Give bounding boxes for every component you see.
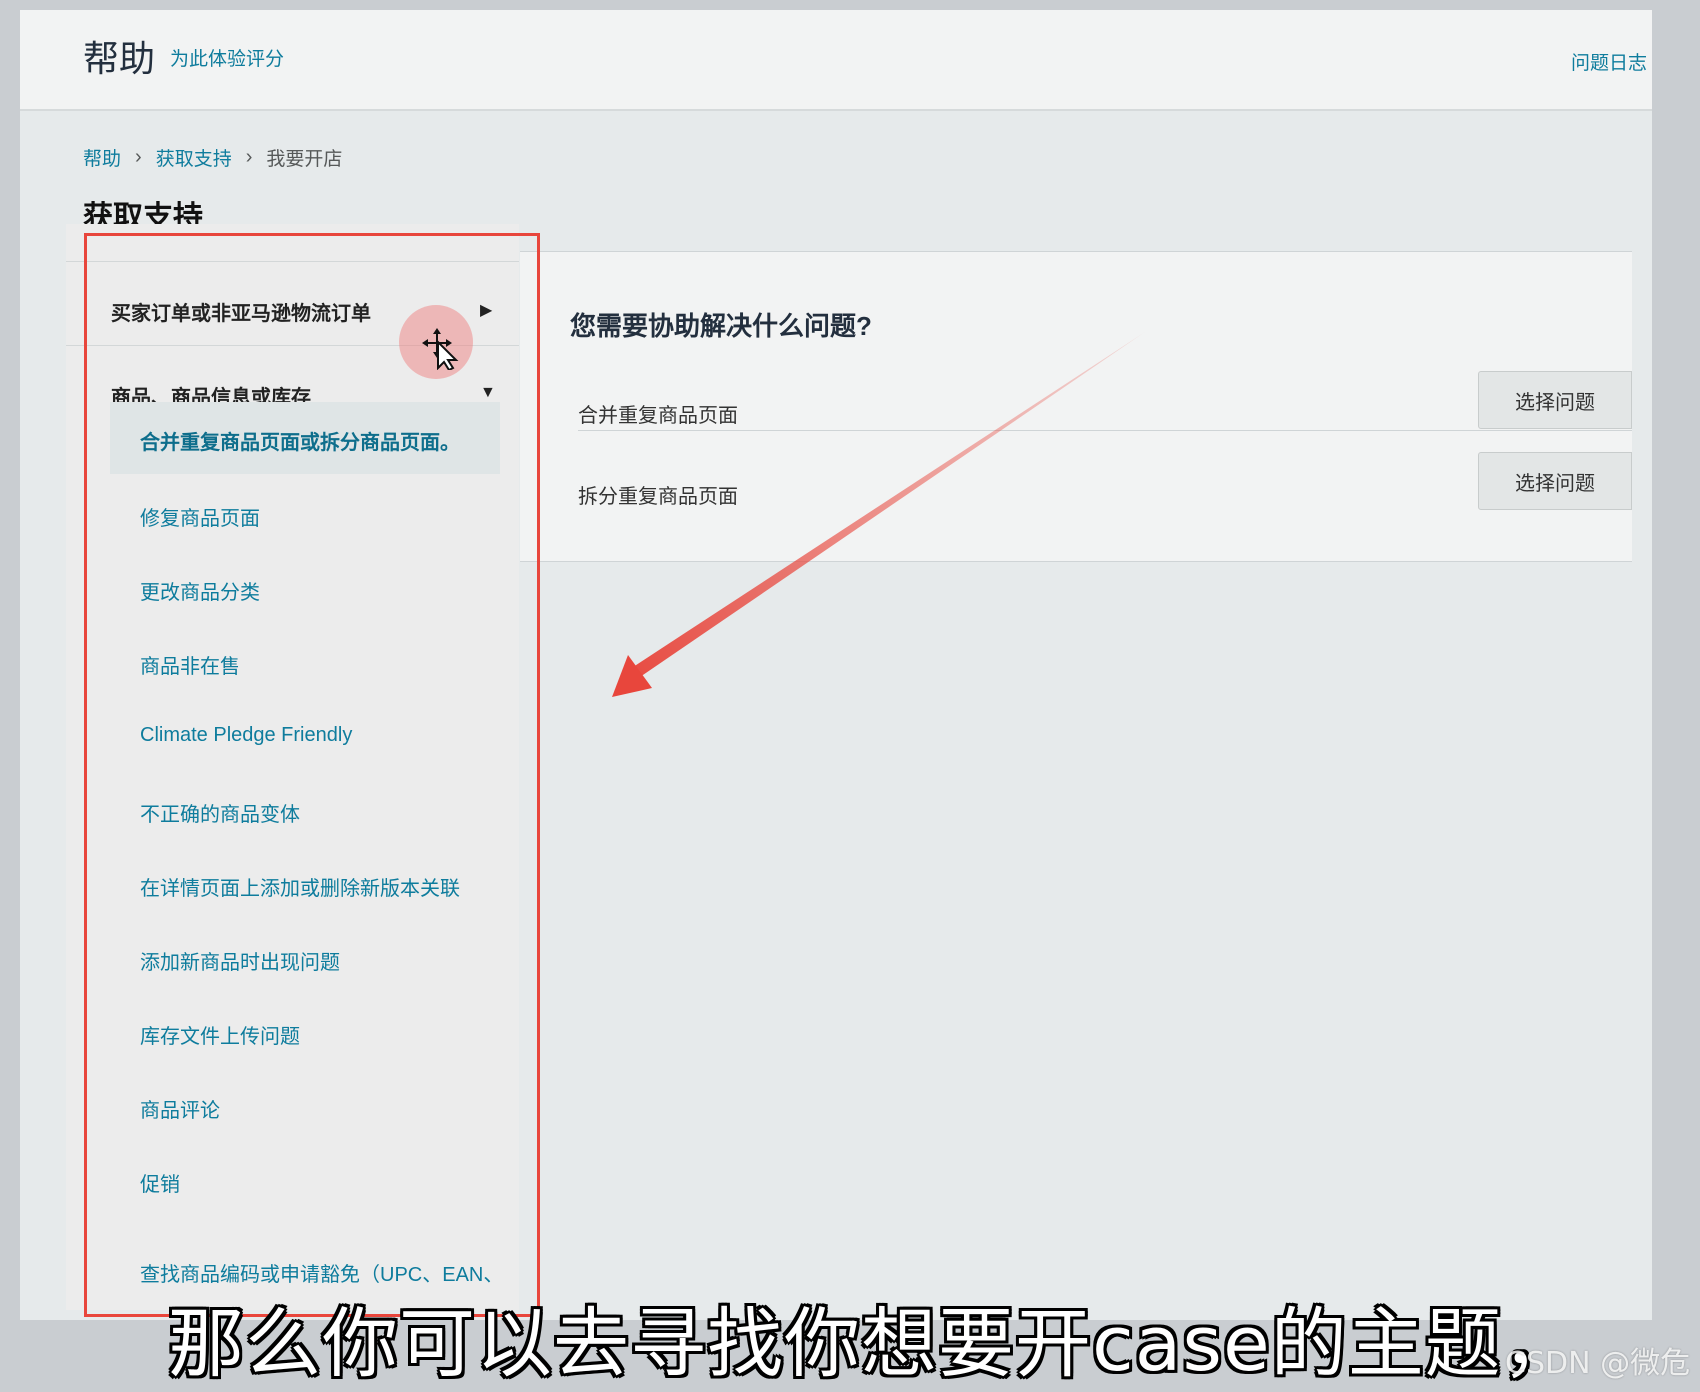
move-cursor-icon xyxy=(422,328,459,370)
video-subtitle: 那么你可以去寻找你想要开case的主题， xyxy=(168,1299,1579,1388)
csdn-watermark: CSDN @微危 xyxy=(1505,1346,1691,1381)
annotation-arrow xyxy=(612,332,1145,697)
